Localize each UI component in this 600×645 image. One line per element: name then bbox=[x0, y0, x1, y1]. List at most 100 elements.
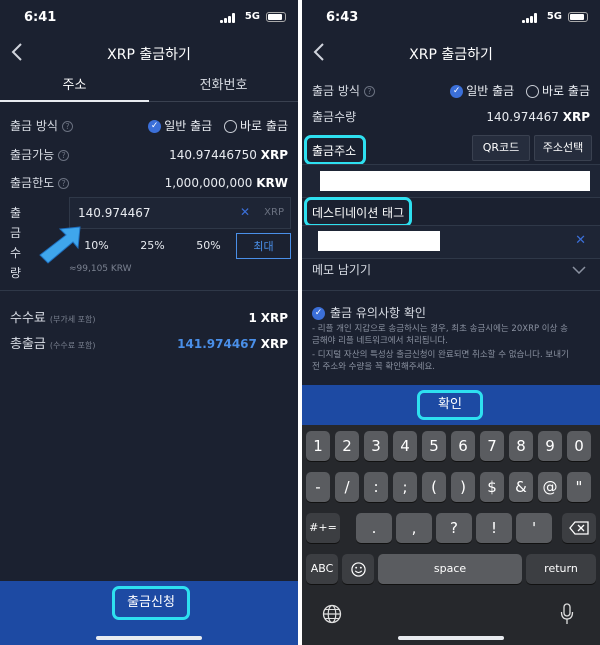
option-instant[interactable]: 바로 출금 bbox=[526, 84, 590, 98]
total-row: 총출금 (수수료 포함) 141.974467 XRP bbox=[10, 334, 288, 354]
key-apostrophe[interactable]: ' bbox=[516, 513, 552, 543]
notice-line: - 디지털 자산의 특성상 출금신청이 완료되면 취소할 수 없습니다. 보내기 bbox=[312, 350, 569, 360]
key-question[interactable]: ? bbox=[436, 513, 472, 543]
divider bbox=[302, 290, 600, 291]
emoji-key[interactable] bbox=[342, 554, 374, 584]
signal-icon bbox=[522, 13, 538, 23]
space-key[interactable]: space bbox=[378, 554, 522, 584]
chevron-down-icon bbox=[572, 266, 586, 274]
check-icon: ✓ bbox=[312, 307, 325, 320]
withdraw-method-options: ✓ 일반 출금 바로 출금 bbox=[148, 116, 288, 136]
limit-label: 출금한도? bbox=[10, 173, 70, 193]
notice-title: ✓ 출금 유의사항 확인 bbox=[312, 303, 426, 323]
check-icon: ✓ bbox=[450, 85, 464, 98]
key-slash[interactable]: / bbox=[335, 472, 359, 502]
available-row: 출금가능? 140.97446750 XRP bbox=[10, 145, 288, 165]
withdraw-method-label: 출금 방식? bbox=[312, 81, 375, 101]
key-comma[interactable]: , bbox=[396, 513, 432, 543]
amount-input-value: 140.974467 bbox=[78, 206, 151, 220]
total-value: 141.974467 XRP bbox=[177, 337, 288, 351]
notice-line: 금해야 리플 네트워크에서 처리됩니다. bbox=[312, 336, 448, 346]
help-icon[interactable]: ? bbox=[363, 86, 375, 97]
key-ampersand[interactable]: & bbox=[509, 472, 533, 502]
help-icon[interactable]: ? bbox=[61, 121, 73, 132]
help-icon[interactable]: ? bbox=[58, 178, 70, 189]
clear-icon[interactable]: ✕ bbox=[575, 233, 586, 248]
key-open-paren[interactable]: ( bbox=[422, 472, 446, 502]
option-normal[interactable]: ✓ 일반 출금 bbox=[450, 84, 514, 98]
fee-value: 1 XRP bbox=[248, 311, 288, 325]
key-6[interactable]: 6 bbox=[451, 431, 475, 461]
address-input[interactable] bbox=[302, 164, 600, 198]
right-screen: 6:43 5G XRP 출금하기 출금 방식? ✓ 일반 출금 바로 출금 출금수… bbox=[302, 0, 600, 645]
confirm-button[interactable]: 확인 bbox=[417, 390, 483, 420]
percent-max-button[interactable]: 최대 bbox=[236, 233, 291, 259]
key-exclamation[interactable]: ! bbox=[476, 513, 512, 543]
address-select-button[interactable]: 주소선택 bbox=[534, 135, 592, 161]
key-at[interactable]: @ bbox=[538, 472, 562, 502]
key-7[interactable]: 7 bbox=[480, 431, 504, 461]
qr-code-button[interactable]: QR코드 bbox=[472, 135, 530, 161]
key-0[interactable]: 0 bbox=[567, 431, 591, 461]
globe-icon[interactable] bbox=[322, 604, 342, 624]
withdraw-method-row: 출금 방식? ✓ 일반 출금 바로 출금 bbox=[312, 81, 590, 101]
backspace-icon bbox=[569, 521, 589, 535]
key-quote[interactable]: " bbox=[567, 472, 591, 502]
memo-row[interactable]: 메모 남기기 bbox=[312, 260, 590, 280]
microphone-icon[interactable] bbox=[560, 603, 574, 625]
status-bar: 6:41 5G bbox=[0, 0, 298, 34]
key-1[interactable]: 1 bbox=[306, 431, 330, 461]
total-label: 총출금 (수수료 포함) bbox=[10, 337, 96, 352]
status-time: 6:41 bbox=[24, 10, 57, 25]
return-key[interactable]: return bbox=[526, 554, 596, 584]
address-label: 출금주소 bbox=[312, 144, 357, 158]
key-dollar[interactable]: $ bbox=[480, 472, 504, 502]
check-icon: ✓ bbox=[148, 120, 162, 133]
pointer-arrow-icon bbox=[39, 226, 81, 264]
notice-check-row[interactable]: ✓ 출금 유의사항 확인 bbox=[312, 303, 590, 323]
backspace-key[interactable] bbox=[562, 513, 596, 543]
clear-icon[interactable]: ✕ bbox=[240, 205, 250, 219]
tag-label-highlight: 데스티네이션 태그 bbox=[304, 197, 412, 227]
percent-25-button[interactable]: 25% bbox=[125, 233, 180, 259]
key-symbols-toggle[interactable]: #+= bbox=[306, 513, 340, 543]
amount-label: 출금수량 bbox=[312, 110, 357, 124]
home-indicator bbox=[398, 636, 504, 640]
divider bbox=[0, 290, 298, 291]
submit-withdraw-button[interactable]: 출금신청 bbox=[112, 586, 190, 620]
percent-50-button[interactable]: 50% bbox=[181, 233, 236, 259]
key-period[interactable]: . bbox=[356, 513, 392, 543]
tag-label: 데스티네이션 태그 bbox=[312, 206, 405, 220]
key-semicolon[interactable]: ; bbox=[393, 472, 417, 502]
page-title: XRP 출금하기 bbox=[409, 47, 493, 63]
key-3[interactable]: 3 bbox=[364, 431, 388, 461]
amount-unit-hint: XRP bbox=[264, 207, 284, 218]
option-instant[interactable]: 바로 출금 bbox=[224, 119, 288, 133]
key-5[interactable]: 5 bbox=[422, 431, 446, 461]
redacted-tag bbox=[318, 231, 440, 251]
amount-input[interactable]: 140.974467 ✕ XRP bbox=[69, 197, 291, 229]
key-9[interactable]: 9 bbox=[538, 431, 562, 461]
emoji-icon bbox=[350, 562, 366, 577]
tab-phone[interactable]: 전화번호 bbox=[149, 74, 298, 102]
key-2[interactable]: 2 bbox=[335, 431, 359, 461]
network-label: 5G bbox=[546, 11, 562, 22]
radio-icon bbox=[224, 120, 238, 133]
option-normal[interactable]: ✓ 일반 출금 bbox=[148, 119, 212, 133]
key-colon[interactable]: : bbox=[364, 472, 388, 502]
key-close-paren[interactable]: ) bbox=[451, 472, 475, 502]
signal-icon bbox=[220, 13, 236, 23]
key-abc[interactable]: ABC bbox=[306, 554, 338, 584]
withdraw-method-row: 출금 방식? ✓ 일반 출금 바로 출금 bbox=[10, 116, 288, 136]
key-8[interactable]: 8 bbox=[509, 431, 533, 461]
available-value: 140.97446750 XRP bbox=[169, 148, 288, 162]
key-hyphen[interactable]: - bbox=[306, 472, 330, 502]
amount-label: 출금수량 bbox=[10, 206, 22, 280]
help-icon[interactable]: ? bbox=[58, 150, 70, 161]
page-title: XRP 출금하기 bbox=[107, 47, 191, 63]
krw-estimate: ≈99,105 KRW bbox=[69, 264, 132, 274]
tab-address[interactable]: 주소 bbox=[0, 74, 149, 102]
limit-row: 출금한도? 1,000,000,000 KRW bbox=[10, 173, 288, 193]
tag-input[interactable]: ✕ bbox=[302, 225, 600, 259]
key-4[interactable]: 4 bbox=[393, 431, 417, 461]
